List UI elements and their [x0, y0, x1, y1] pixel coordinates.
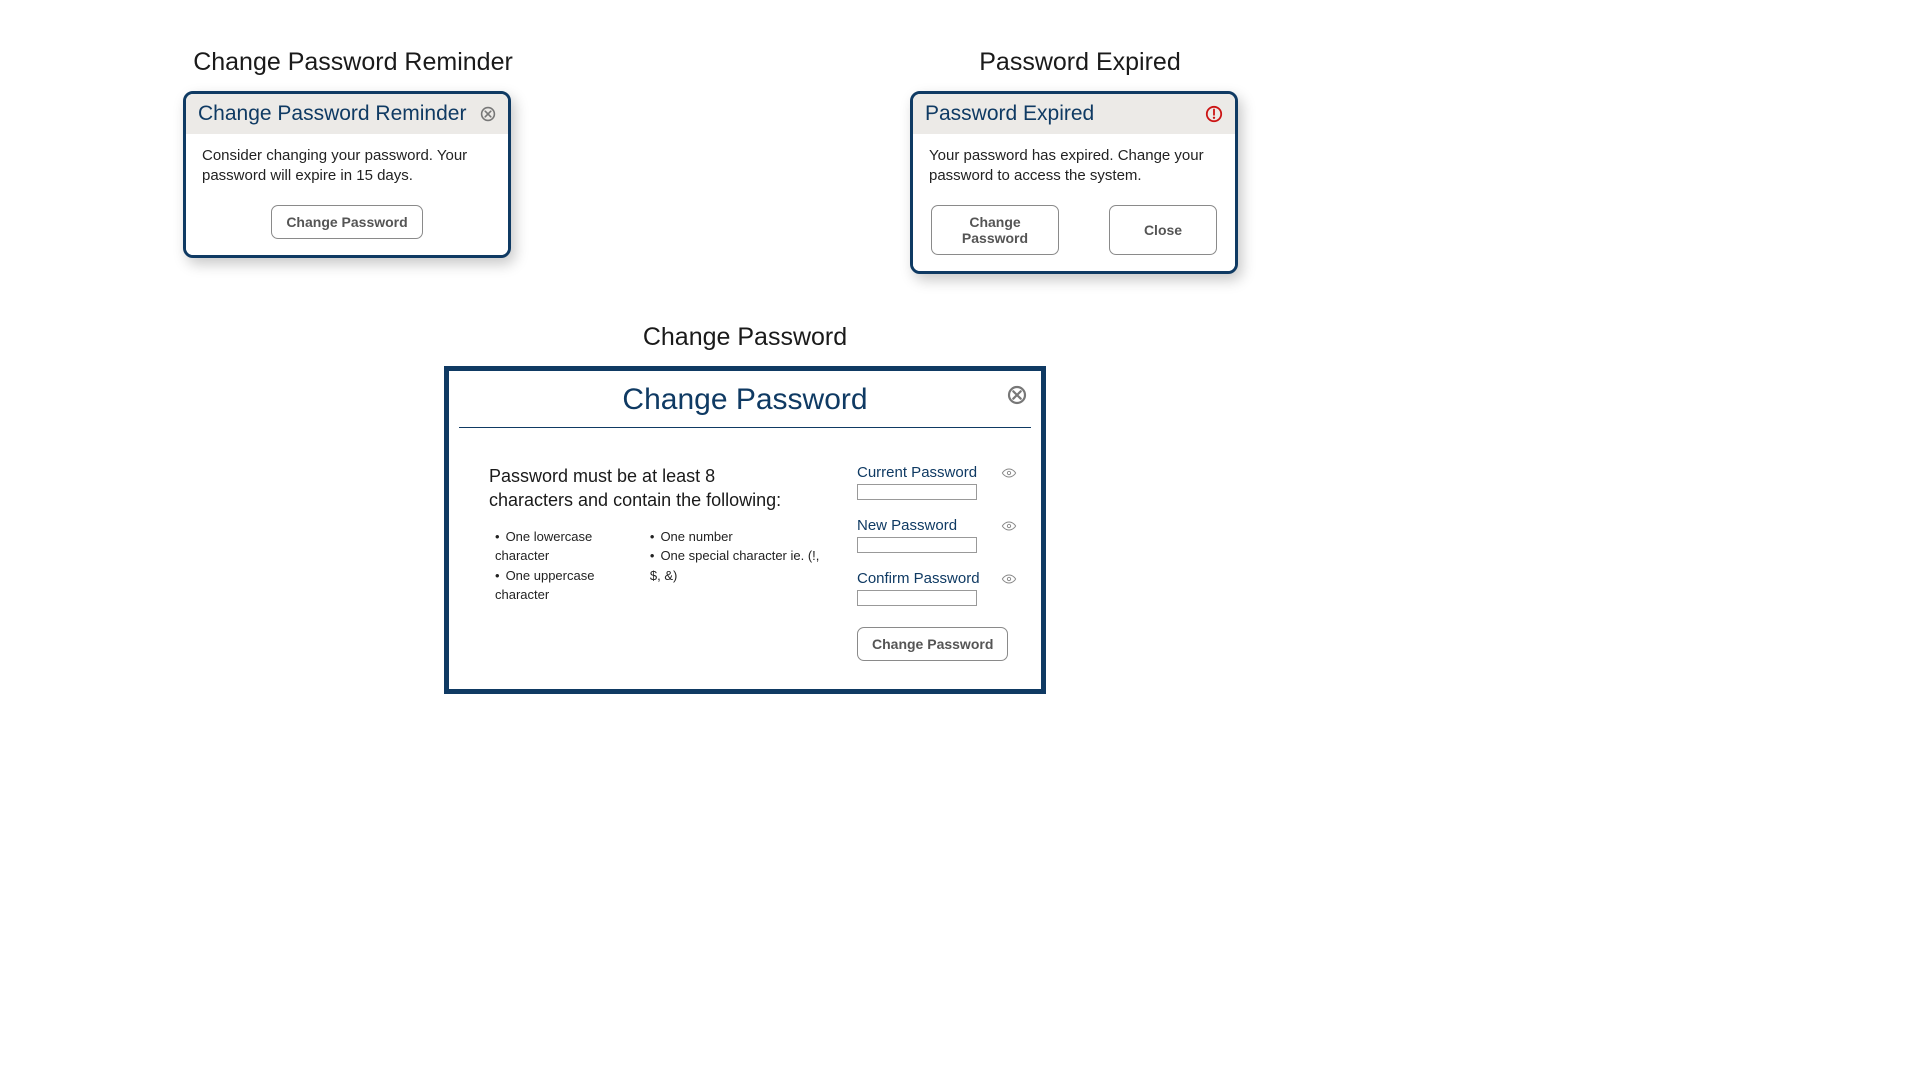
close-button[interactable]: Close [1109, 205, 1217, 255]
expired-dialog: Password Expired Your password has expir… [910, 91, 1238, 274]
expired-dialog-body: Your password has expired. Change your p… [913, 134, 1235, 271]
eye-icon[interactable] [1001, 571, 1017, 587]
reminder-dialog-body: Consider changing your password. Your pa… [186, 134, 508, 255]
reminder-dialog-title: Change Password Reminder [198, 102, 466, 126]
field-label-row: New Password [857, 517, 1017, 534]
new-password-label: New Password [857, 517, 957, 534]
reminder-dialog-header: Change Password Reminder [186, 94, 508, 134]
field-confirm-password: Confirm Password [857, 570, 1017, 607]
rules-list-1: One lowercase character One uppercase ch… [495, 527, 634, 605]
password-form: Current Password New Password [857, 464, 1017, 661]
confirm-password-label: Confirm Password [857, 570, 980, 587]
rule-uppercase: One uppercase character [495, 566, 634, 605]
field-label-row: Current Password [857, 464, 1017, 481]
section-title-expired: Password Expired [910, 48, 1250, 77]
rules-list-2: One number One special character ie. (!,… [650, 527, 827, 605]
rules-intro: Password must be at least 8 characters a… [489, 464, 789, 513]
rule-special: One special character ie. (!, $, &) [650, 546, 827, 585]
change-dialog-title: Change Password [469, 383, 1021, 417]
change-dialog-body: Password must be at least 8 characters a… [449, 428, 1041, 689]
confirm-password-input[interactable] [857, 590, 977, 606]
section-title-reminder: Change Password Reminder [183, 48, 523, 77]
eye-icon[interactable] [1001, 465, 1017, 481]
field-current-password: Current Password [857, 464, 1017, 501]
field-label-row: Confirm Password [857, 570, 1017, 587]
change-password-button[interactable]: Change Password [931, 205, 1059, 255]
reminder-dialog: Change Password Reminder Consider changi… [183, 91, 511, 258]
change-password-button[interactable]: Change Password [271, 205, 422, 239]
new-password-input[interactable] [857, 537, 977, 553]
form-actions: Change Password [857, 627, 1017, 661]
section-change-password: Change Password Change Password Password… [444, 323, 1046, 694]
expired-actions: Change Password Close [929, 205, 1219, 255]
eye-icon[interactable] [1001, 518, 1017, 534]
field-new-password: New Password [857, 517, 1017, 554]
submit-change-password-button[interactable]: Change Password [857, 627, 1008, 661]
close-icon[interactable] [480, 106, 496, 122]
section-expired: Password Expired Password Expired Your p… [910, 48, 1250, 274]
expired-body-text: Your password has expired. Change your p… [929, 146, 1219, 187]
change-password-dialog: Change Password Password must be at leas… [444, 366, 1046, 694]
section-reminder: Change Password Reminder Change Password… [183, 48, 523, 258]
change-dialog-header: Change Password [459, 371, 1031, 428]
current-password-input[interactable] [857, 484, 977, 500]
expired-dialog-header: Password Expired [913, 94, 1235, 134]
reminder-body-text: Consider changing your password. Your pa… [202, 146, 492, 187]
section-title-change: Change Password [444, 323, 1046, 352]
rule-number: One number [650, 527, 827, 547]
reminder-actions: Change Password [202, 205, 492, 239]
expired-dialog-title: Password Expired [925, 102, 1094, 126]
alert-icon [1205, 105, 1223, 123]
current-password-label: Current Password [857, 464, 977, 481]
rules-lists: One lowercase character One uppercase ch… [495, 527, 827, 605]
rule-lowercase: One lowercase character [495, 527, 634, 566]
password-rules: Password must be at least 8 characters a… [489, 464, 827, 661]
close-icon[interactable] [1007, 385, 1027, 405]
